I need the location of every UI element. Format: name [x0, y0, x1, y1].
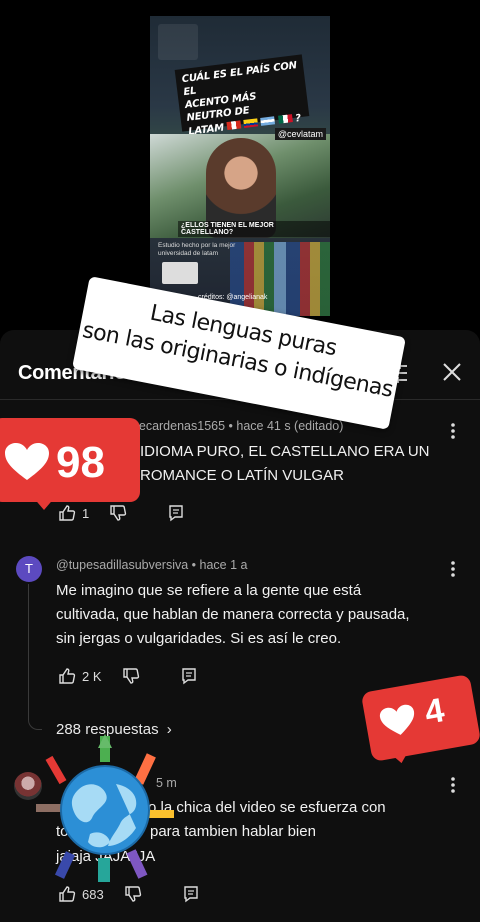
globe-landmarks-sticker	[36, 734, 174, 882]
dislike-icon[interactable]	[122, 667, 140, 685]
more-options-icon[interactable]	[450, 422, 456, 440]
comment-actions: 683	[58, 884, 200, 904]
like-count: 683	[82, 886, 104, 902]
badge-count: 4	[421, 691, 448, 732]
study-note: Estudio hecho por la mejor universidad d…	[158, 242, 236, 257]
close-icon[interactable]	[440, 360, 464, 384]
comment-actions: 1	[58, 503, 185, 523]
university-logo	[158, 24, 198, 60]
comment-text: IDIOMA PURO, EL CASTELLANO ERA UN ROMANC…	[140, 443, 430, 484]
video-headline: CUÁL ES EL PAÍS CON EL ACENTO MÁS NEUTRO…	[174, 54, 310, 137]
video-caption: ¿ELLOS TIENEN EL MEJOR CASTELLANO?	[178, 221, 330, 237]
like-icon[interactable]	[58, 667, 76, 685]
dislike-icon[interactable]	[124, 885, 142, 903]
like-count: 2 K	[82, 668, 102, 684]
colombia-flag-icon	[243, 118, 259, 128]
comment-author[interactable]: @tupesadillasubversiva • hace 1 a	[56, 558, 247, 572]
comment-text: Me imagino que se refiere a la gente que…	[56, 582, 410, 647]
thread-line	[28, 584, 42, 730]
like-badge-large: 98	[0, 418, 140, 510]
reply-icon[interactable]	[182, 885, 200, 903]
avatar[interactable]: T	[16, 556, 42, 582]
like-icon[interactable]	[58, 504, 76, 522]
argentina-flag-icon	[260, 116, 276, 126]
badge-count: 98	[56, 438, 105, 487]
more-options-icon[interactable]	[450, 560, 456, 578]
video-player[interactable]: CUÁL ES EL PAÍS CON EL ACENTO MÁS NEUTRO…	[150, 16, 330, 316]
reply-icon[interactable]	[180, 667, 198, 685]
dislike-icon[interactable]	[109, 504, 127, 522]
channel-handle: @cevlatam	[274, 128, 326, 140]
mexico-flag-icon	[277, 114, 293, 124]
heart-icon	[5, 443, 49, 480]
comment-actions: 2 K	[58, 666, 198, 686]
comment-text-line-1: o la chica del video se esfuerza con	[148, 799, 386, 816]
reply-icon[interactable]	[167, 504, 185, 522]
more-options-icon[interactable]	[450, 776, 456, 794]
peru-flag-icon	[226, 120, 242, 131]
like-count: 1	[82, 505, 90, 521]
like-icon[interactable]	[58, 885, 76, 903]
university-seal	[162, 262, 198, 284]
heart-icon	[379, 704, 415, 735]
